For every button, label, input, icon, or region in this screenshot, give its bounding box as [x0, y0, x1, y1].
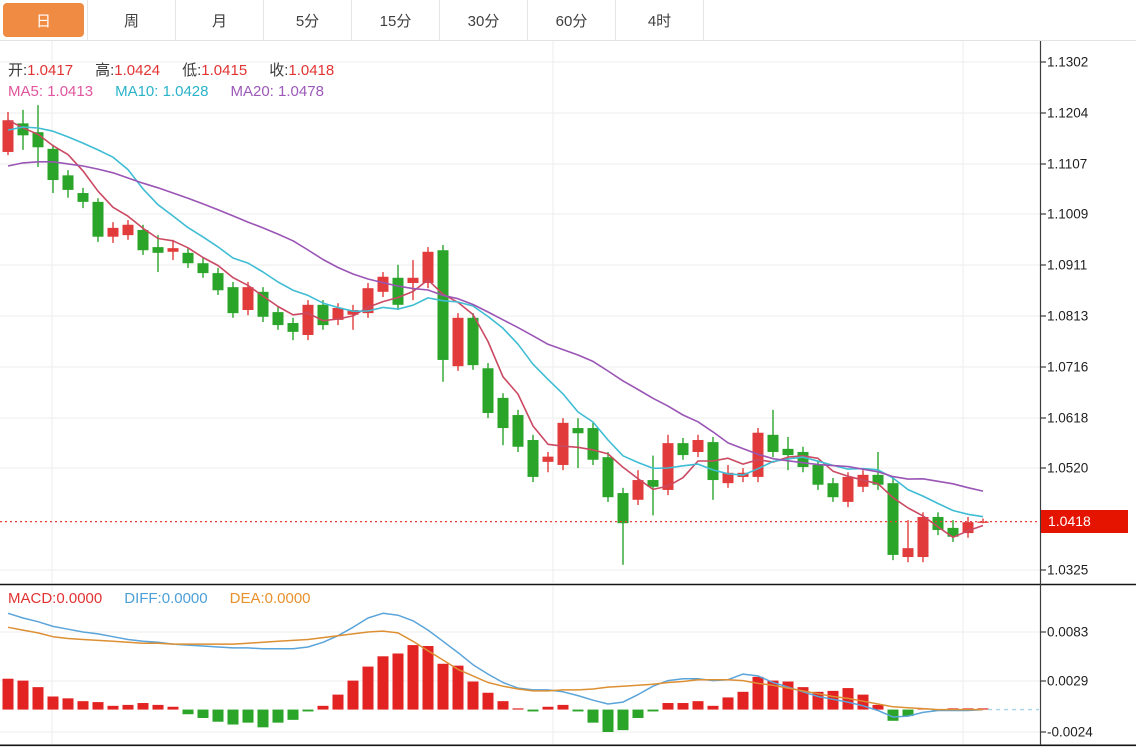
price-axis-label: 1.0716	[1047, 360, 1088, 375]
macd-legend-1: DIFF:0.0000	[124, 590, 207, 607]
chart-canvas[interactable]	[0, 0, 1136, 751]
ohlc-item-0: 开:1.0417	[8, 62, 73, 79]
price-axis-label: 1.1107	[1047, 157, 1087, 172]
price-axis-label: 1.1204	[1047, 106, 1088, 121]
price-axis-label: 1.0618	[1047, 411, 1088, 426]
price-axis-label: 1.1302	[1047, 55, 1088, 70]
ohlc-item-1: 高:1.0424	[95, 62, 160, 79]
price-axis-label: 1.0911	[1047, 258, 1087, 273]
ohlc-item-3: 收:1.0418	[269, 62, 334, 79]
price-axis-label: 1.1009	[1047, 207, 1088, 222]
price-axis-label: 1.0813	[1047, 309, 1088, 324]
ma-legend-2: MA20: 1.0478	[231, 83, 324, 100]
ohlc-header-row: 开:1.0417 高:1.0424 低:1.0415 收:1.0418	[8, 59, 356, 80]
ma-legend-0: MA5: 1.0413	[8, 83, 93, 100]
macd-axis-label: 0.0083	[1047, 625, 1088, 640]
macd-axis-label: -0.0024	[1047, 725, 1093, 740]
macd-legend-0: MACD:0.0000	[8, 590, 102, 607]
macd-header-row: MACD:0.0000 DIFF:0.0000 DEA:0.0000	[8, 590, 333, 607]
trading-chart-app: 日周月5分15分30分60分4时 开:1.0417高:1.0424低:1.041…	[0, 0, 1136, 751]
macd-axis-label: 0.0029	[1047, 674, 1088, 689]
ma-legend-1: MA10: 1.0428	[115, 83, 208, 100]
price-axis-label: 1.0520	[1047, 461, 1088, 476]
ohlc-item-2: 低:1.0415	[182, 62, 247, 79]
macd-legend-2: DEA:0.0000	[230, 590, 311, 607]
price-axis-label: 1.0325	[1047, 563, 1088, 578]
current-price-tag: 1.0418	[1041, 510, 1128, 533]
ma-header-row: MA5: 1.0413 MA10: 1.0428 MA20: 1.0478	[8, 83, 346, 100]
